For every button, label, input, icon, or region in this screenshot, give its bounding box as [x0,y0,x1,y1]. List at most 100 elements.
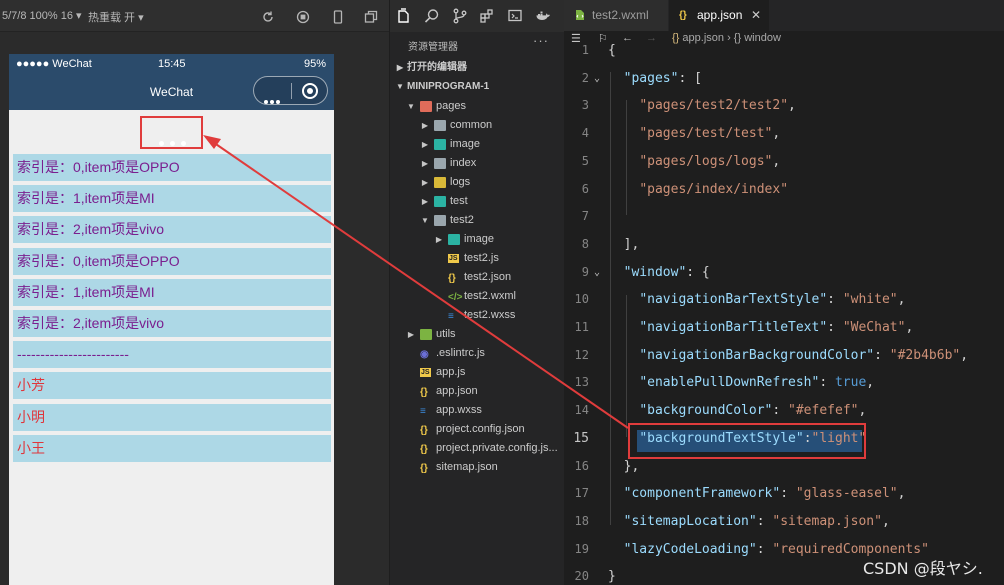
file-tree-item[interactable]: ▶ utils [390,325,564,344]
watermark: CSDN @段ヤシ. [863,559,983,578]
line-number: 5 [581,153,589,168]
forward-arrow-icon[interactable]: → [646,32,657,44]
file-tree-item[interactable]: {} project.config.json [390,420,564,439]
file-tree-label: test [450,195,468,207]
code-token: "#efefef" [788,403,859,419]
chevron-down-icon[interactable]: ▼ [420,211,430,230]
fold-chevron-icon[interactable]: ⌄ [594,73,600,84]
chevron-right-icon[interactable]: ▶ [420,192,430,211]
code-line: { [608,43,616,61]
source-control-icon[interactable] [452,8,468,24]
code-line: "navigationBarTitleText": "WeChat", [608,320,913,338]
docker-icon[interactable] [535,8,551,24]
file-tree-item[interactable]: ▶ image [390,135,564,154]
window-icon[interactable] [364,10,378,24]
open-editors-section[interactable]: ▶ 打开的编辑器 [390,58,564,77]
simulator-panel: 5/7/8 100% 16 ▾ 热重载 开 ▾ ●●●●● WeChat 15:… [0,0,389,585]
file-tree-item[interactable]: ◉ .eslintrc.js [390,344,564,363]
code-token: "navigationBarBackgroundColor" [639,347,875,363]
folder-icon [434,196,446,207]
bookmark-icon[interactable]: ⚐ [598,32,608,45]
device-selector[interactable]: 5/7/8 100% 16 ▾ [2,9,82,22]
chevron-right-icon[interactable]: ▶ [406,325,416,344]
chevron-right-icon[interactable]: ▶ [420,154,430,173]
file-tree-label: test2 [450,214,474,226]
folder-icon [420,329,432,340]
code-line: ], [608,236,640,255]
wxml-file-icon [576,10,584,20]
remote-explorer-icon[interactable] [507,8,523,24]
file-tree-item[interactable]: ▶ image [390,230,564,249]
file-tree-item[interactable]: {} project.private.config.js... [390,439,564,458]
file-tree-label: image [450,138,480,150]
explorer-more-icon[interactable]: ··· [533,33,549,48]
stop-icon[interactable] [296,10,310,24]
file-tree-item[interactable]: ▶ index [390,154,564,173]
project-section[interactable]: ▼ MINIPROGRAM-1 [390,77,564,96]
file-tree-item[interactable]: {} app.json [390,382,564,401]
file-tree-item[interactable]: ▶ test [390,192,564,211]
file-tree-item[interactable]: ≡ app.wxss [390,401,564,420]
phone-icon[interactable] [331,10,345,24]
code-token: "pages" [623,70,679,86]
chevron-right-icon[interactable]: ▶ [420,173,430,192]
file-tree-item[interactable]: </> test2.wxml [390,287,564,306]
line-number: 8 [581,236,589,251]
project-label: MINIPROGRAM-1 [407,81,490,92]
chevron-right-icon[interactable]: ▶ [420,135,430,154]
code-token: ], [608,236,640,252]
menu-capsule[interactable] [253,76,328,105]
code-token: true [834,375,867,391]
back-arrow-icon[interactable]: ← [622,32,633,44]
wxss-file-icon: ≡ [448,311,454,322]
files-icon[interactable] [396,8,412,24]
chevron-down-icon[interactable]: ▼ [406,97,416,116]
json-file-icon: {} [679,10,687,21]
tab-app-json[interactable]: {} app.json ✕ [669,0,769,31]
fold-chevron-icon[interactable]: ⌄ [594,267,600,278]
file-tree-label: test2.wxss [464,309,516,321]
code-line: "navigationBarBackgroundColor": "#2b4b6b… [608,348,968,366]
close-miniprogram-icon[interactable] [302,83,318,99]
chevron-right-icon[interactable]: ▶ [420,116,430,135]
code-line: "pages/index/index" [608,182,788,200]
code-token: "pages/logs/logs" [639,153,773,169]
extensions-icon[interactable] [479,8,495,24]
file-tree-item[interactable]: ≡ test2.wxss [390,306,564,325]
code-token: : [756,513,773,529]
line-number: 11 [574,320,589,334]
file-tree-item[interactable]: {} sitemap.json [390,458,564,477]
list-item: 索引是：2,item项是vivo [13,309,331,337]
search-icon[interactable] [424,8,440,24]
tab-test2-wxml[interactable]: test2.wxml [564,0,668,31]
code-token: }, [608,458,640,474]
code-line: "sitemapLocation": "sitemap.json", [608,514,890,532]
folder-icon [420,101,432,112]
list-item: 索引是：0,item项是OPPO [13,154,331,181]
breadcrumb-path[interactable]: {} app.json › {} window [672,32,781,44]
list-item: 索引是：0,item项是OPPO [13,247,331,275]
eslint-file-icon: ◉ [420,349,429,360]
refresh-icon[interactable] [261,10,275,24]
line-number: 15 [573,430,589,446]
more-icon[interactable] [264,89,282,108]
code-token: "navigationBarTitleText" [639,320,828,335]
file-tree-item[interactable]: ▶ common [390,116,564,135]
code-token: "sitemap.json" [772,513,882,529]
loading-dots-icon [159,131,192,150]
file-tree-label: pages [436,100,466,112]
file-tree-item[interactable]: {} test2.json [390,268,564,287]
chevron-right-icon[interactable]: ▶ [434,230,444,249]
file-tree-item[interactable]: ▼ pages [390,97,564,116]
folder-icon [448,234,460,245]
file-tree-item[interactable]: JS test2.js [390,249,564,268]
file-tree-item[interactable]: JS app.js [390,363,564,382]
file-tree-item[interactable]: ▶ logs [390,173,564,192]
file-tree-item[interactable]: ▼ test2 [390,211,564,230]
status-bar: ●●●●● WeChat 15:45 95% [9,54,334,76]
json-file-icon: {} [420,463,428,474]
hot-reload-toggle[interactable]: 热重载 开 ▾ [88,9,144,25]
close-icon[interactable]: ✕ [751,0,761,31]
file-tree-label: image [464,233,494,245]
json-file-icon: {} [420,425,428,436]
